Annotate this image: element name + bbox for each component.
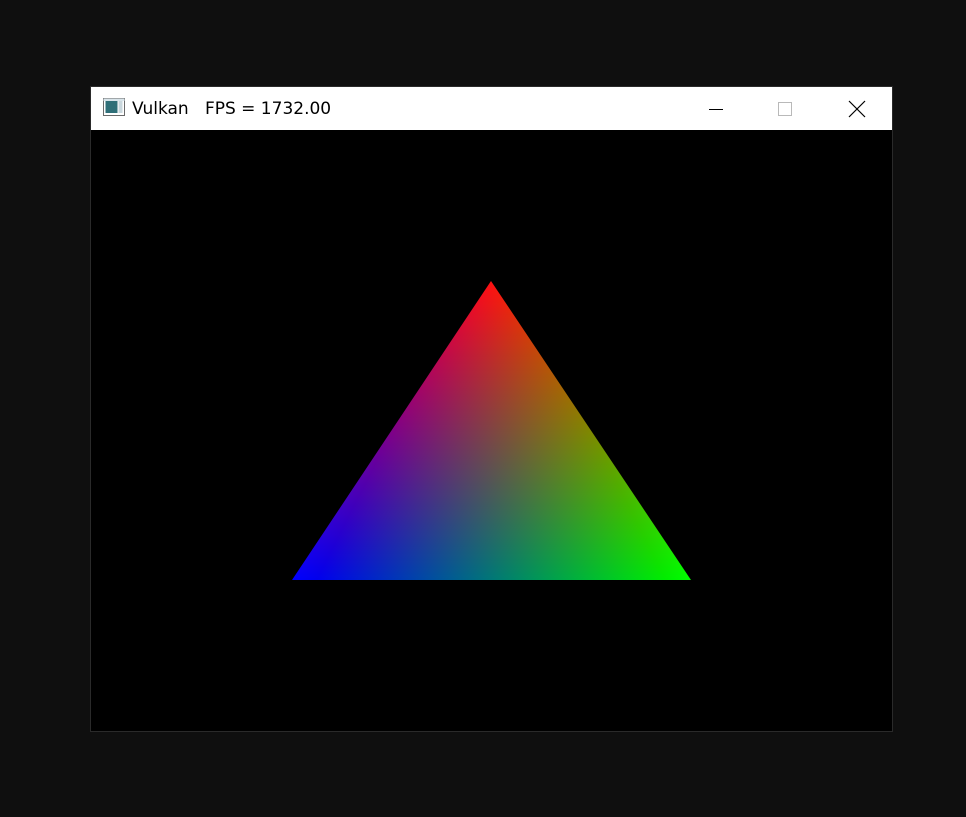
fps-readout: FPS = 1732.00 <box>204 99 332 119</box>
render-viewport[interactable] <box>91 130 892 731</box>
maximize-button[interactable] <box>751 87 819 130</box>
app-window: Vulkan FPS = 1732.00 <box>91 87 892 731</box>
minimize-icon <box>709 108 723 110</box>
app-window-icon <box>103 98 125 116</box>
window-title: Vulkan FPS = 1732.00 <box>132 98 331 120</box>
window-title-app: Vulkan <box>132 99 189 119</box>
close-button[interactable] <box>823 87 891 130</box>
render-canvas <box>91 130 892 731</box>
minimize-button[interactable] <box>682 87 750 130</box>
maximize-icon <box>778 101 792 116</box>
close-icon <box>848 100 866 117</box>
title-bar[interactable]: Vulkan FPS = 1732.00 <box>91 87 892 130</box>
